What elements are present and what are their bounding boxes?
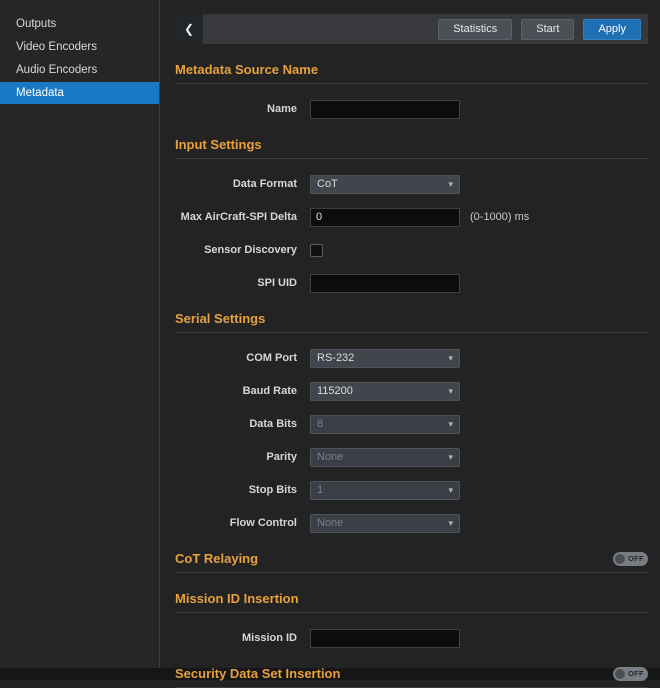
baud-rate-value: 115200 (317, 385, 353, 397)
chevron-down-icon: ▾ (448, 519, 453, 528)
flow-control-value: None (317, 517, 343, 529)
chevron-down-icon: ▾ (448, 354, 453, 363)
sensor-discovery-checkbox[interactable] (310, 244, 323, 257)
stop-bits-row: Stop Bits 1 ▾ (175, 480, 648, 500)
flow-control-label: Flow Control (175, 517, 297, 529)
flow-control-row: Flow Control None ▾ (175, 513, 648, 533)
mission-id-input[interactable] (310, 629, 460, 648)
section-title: Metadata Source Name (175, 62, 318, 77)
section-title: Mission ID Insertion (175, 591, 299, 606)
sidebar-item-audio-encoders[interactable]: Audio Encoders (0, 59, 159, 81)
section-security-data-set-insertion: Security Data Set Insertion OFF (175, 666, 648, 688)
spi-uid-input[interactable] (310, 274, 460, 293)
com-port-select[interactable]: RS-232 ▾ (310, 349, 460, 368)
section-title: Serial Settings (175, 311, 265, 326)
delta-range-hint: (0-1000) ms (470, 211, 529, 223)
data-format-label: Data Format (175, 178, 297, 190)
data-bits-label: Data Bits (175, 418, 297, 430)
stop-bits-value: 1 (317, 484, 323, 496)
section-input-settings: Input Settings (175, 137, 648, 159)
spi-uid-row: SPI UID (175, 273, 648, 293)
flow-control-select: None ▾ (310, 514, 460, 533)
chevron-down-icon: ▾ (448, 486, 453, 495)
com-port-value: RS-232 (317, 352, 354, 364)
com-port-label: COM Port (175, 352, 297, 364)
metadata-source-rows: Name (175, 99, 648, 119)
sidebar-item-metadata[interactable]: Metadata (0, 82, 159, 104)
mission-id-row: Mission ID (175, 628, 648, 648)
toolbar-buttons: Statistics Start Apply (438, 19, 641, 40)
parity-value: None (317, 451, 343, 463)
sidebar-item-video-encoders[interactable]: Video Encoders (0, 36, 159, 58)
max-aircraft-spi-delta-input[interactable] (310, 208, 460, 227)
chevron-down-icon: ▾ (448, 180, 453, 189)
input-settings-rows: Data Format CoT ▾ Max AirCraft-SPI Delta… (175, 174, 648, 293)
baud-rate-row: Baud Rate 115200 ▾ (175, 381, 648, 401)
apply-button[interactable]: Apply (583, 19, 641, 40)
cot-relaying-toggle[interactable]: OFF (613, 552, 648, 566)
sidebar: Outputs Video Encoders Audio Encoders Me… (0, 0, 160, 668)
back-button[interactable]: ❮ (175, 14, 203, 44)
chevron-left-icon: ❮ (184, 22, 194, 36)
statistics-button[interactable]: Statistics (438, 19, 512, 40)
data-bits-select: 8 ▾ (310, 415, 460, 434)
data-format-row: Data Format CoT ▾ (175, 174, 648, 194)
sidebar-item-outputs[interactable]: Outputs (0, 13, 159, 35)
section-title: Security Data Set Insertion (175, 666, 340, 681)
serial-settings-rows: COM Port RS-232 ▾ Baud Rate 115200 ▾ Dat… (175, 348, 648, 533)
data-bits-row: Data Bits 8 ▾ (175, 414, 648, 434)
toggle-knob (615, 554, 625, 564)
chevron-down-icon: ▾ (448, 453, 453, 462)
chevron-down-icon: ▾ (448, 387, 453, 396)
toggle-state-label: OFF (628, 554, 644, 563)
main-content: ❮ Statistics Start Apply Metadata Source… (160, 0, 660, 668)
spi-uid-label: SPI UID (175, 277, 297, 289)
sensor-discovery-row: Sensor Discovery (175, 240, 648, 260)
parity-row: Parity None ▾ (175, 447, 648, 467)
sensor-discovery-label: Sensor Discovery (175, 244, 297, 256)
baud-rate-label: Baud Rate (175, 385, 297, 397)
stop-bits-label: Stop Bits (175, 484, 297, 496)
section-mission-id-insertion: Mission ID Insertion (175, 591, 648, 613)
data-format-select[interactable]: CoT ▾ (310, 175, 460, 194)
section-title: CoT Relaying (175, 551, 258, 566)
name-input[interactable] (310, 100, 460, 119)
toggle-state-label: OFF (628, 669, 644, 678)
toggle-knob (615, 669, 625, 679)
parity-select: None ▾ (310, 448, 460, 467)
mission-id-rows: Mission ID (175, 628, 648, 648)
baud-rate-select[interactable]: 115200 ▾ (310, 382, 460, 401)
parity-label: Parity (175, 451, 297, 463)
max-aircraft-spi-delta-label: Max AirCraft-SPI Delta (175, 211, 297, 223)
start-button[interactable]: Start (521, 19, 574, 40)
max-aircraft-spi-delta-row: Max AirCraft-SPI Delta (0-1000) ms (175, 207, 648, 227)
name-label: Name (175, 103, 297, 115)
com-port-row: COM Port RS-232 ▾ (175, 348, 648, 368)
chevron-down-icon: ▾ (448, 420, 453, 429)
stop-bits-select: 1 ▾ (310, 481, 460, 500)
app-window: Outputs Video Encoders Audio Encoders Me… (0, 0, 660, 668)
section-title: Input Settings (175, 137, 262, 152)
security-data-set-toggle[interactable]: OFF (613, 667, 648, 681)
section-serial-settings: Serial Settings (175, 311, 648, 333)
toolbar: ❮ Statistics Start Apply (175, 14, 648, 44)
name-row: Name (175, 99, 648, 119)
data-bits-value: 8 (317, 418, 323, 430)
section-metadata-source-name: Metadata Source Name (175, 62, 648, 84)
mission-id-label: Mission ID (175, 632, 297, 644)
section-cot-relaying: CoT Relaying OFF (175, 551, 648, 573)
data-format-value: CoT (317, 178, 338, 190)
